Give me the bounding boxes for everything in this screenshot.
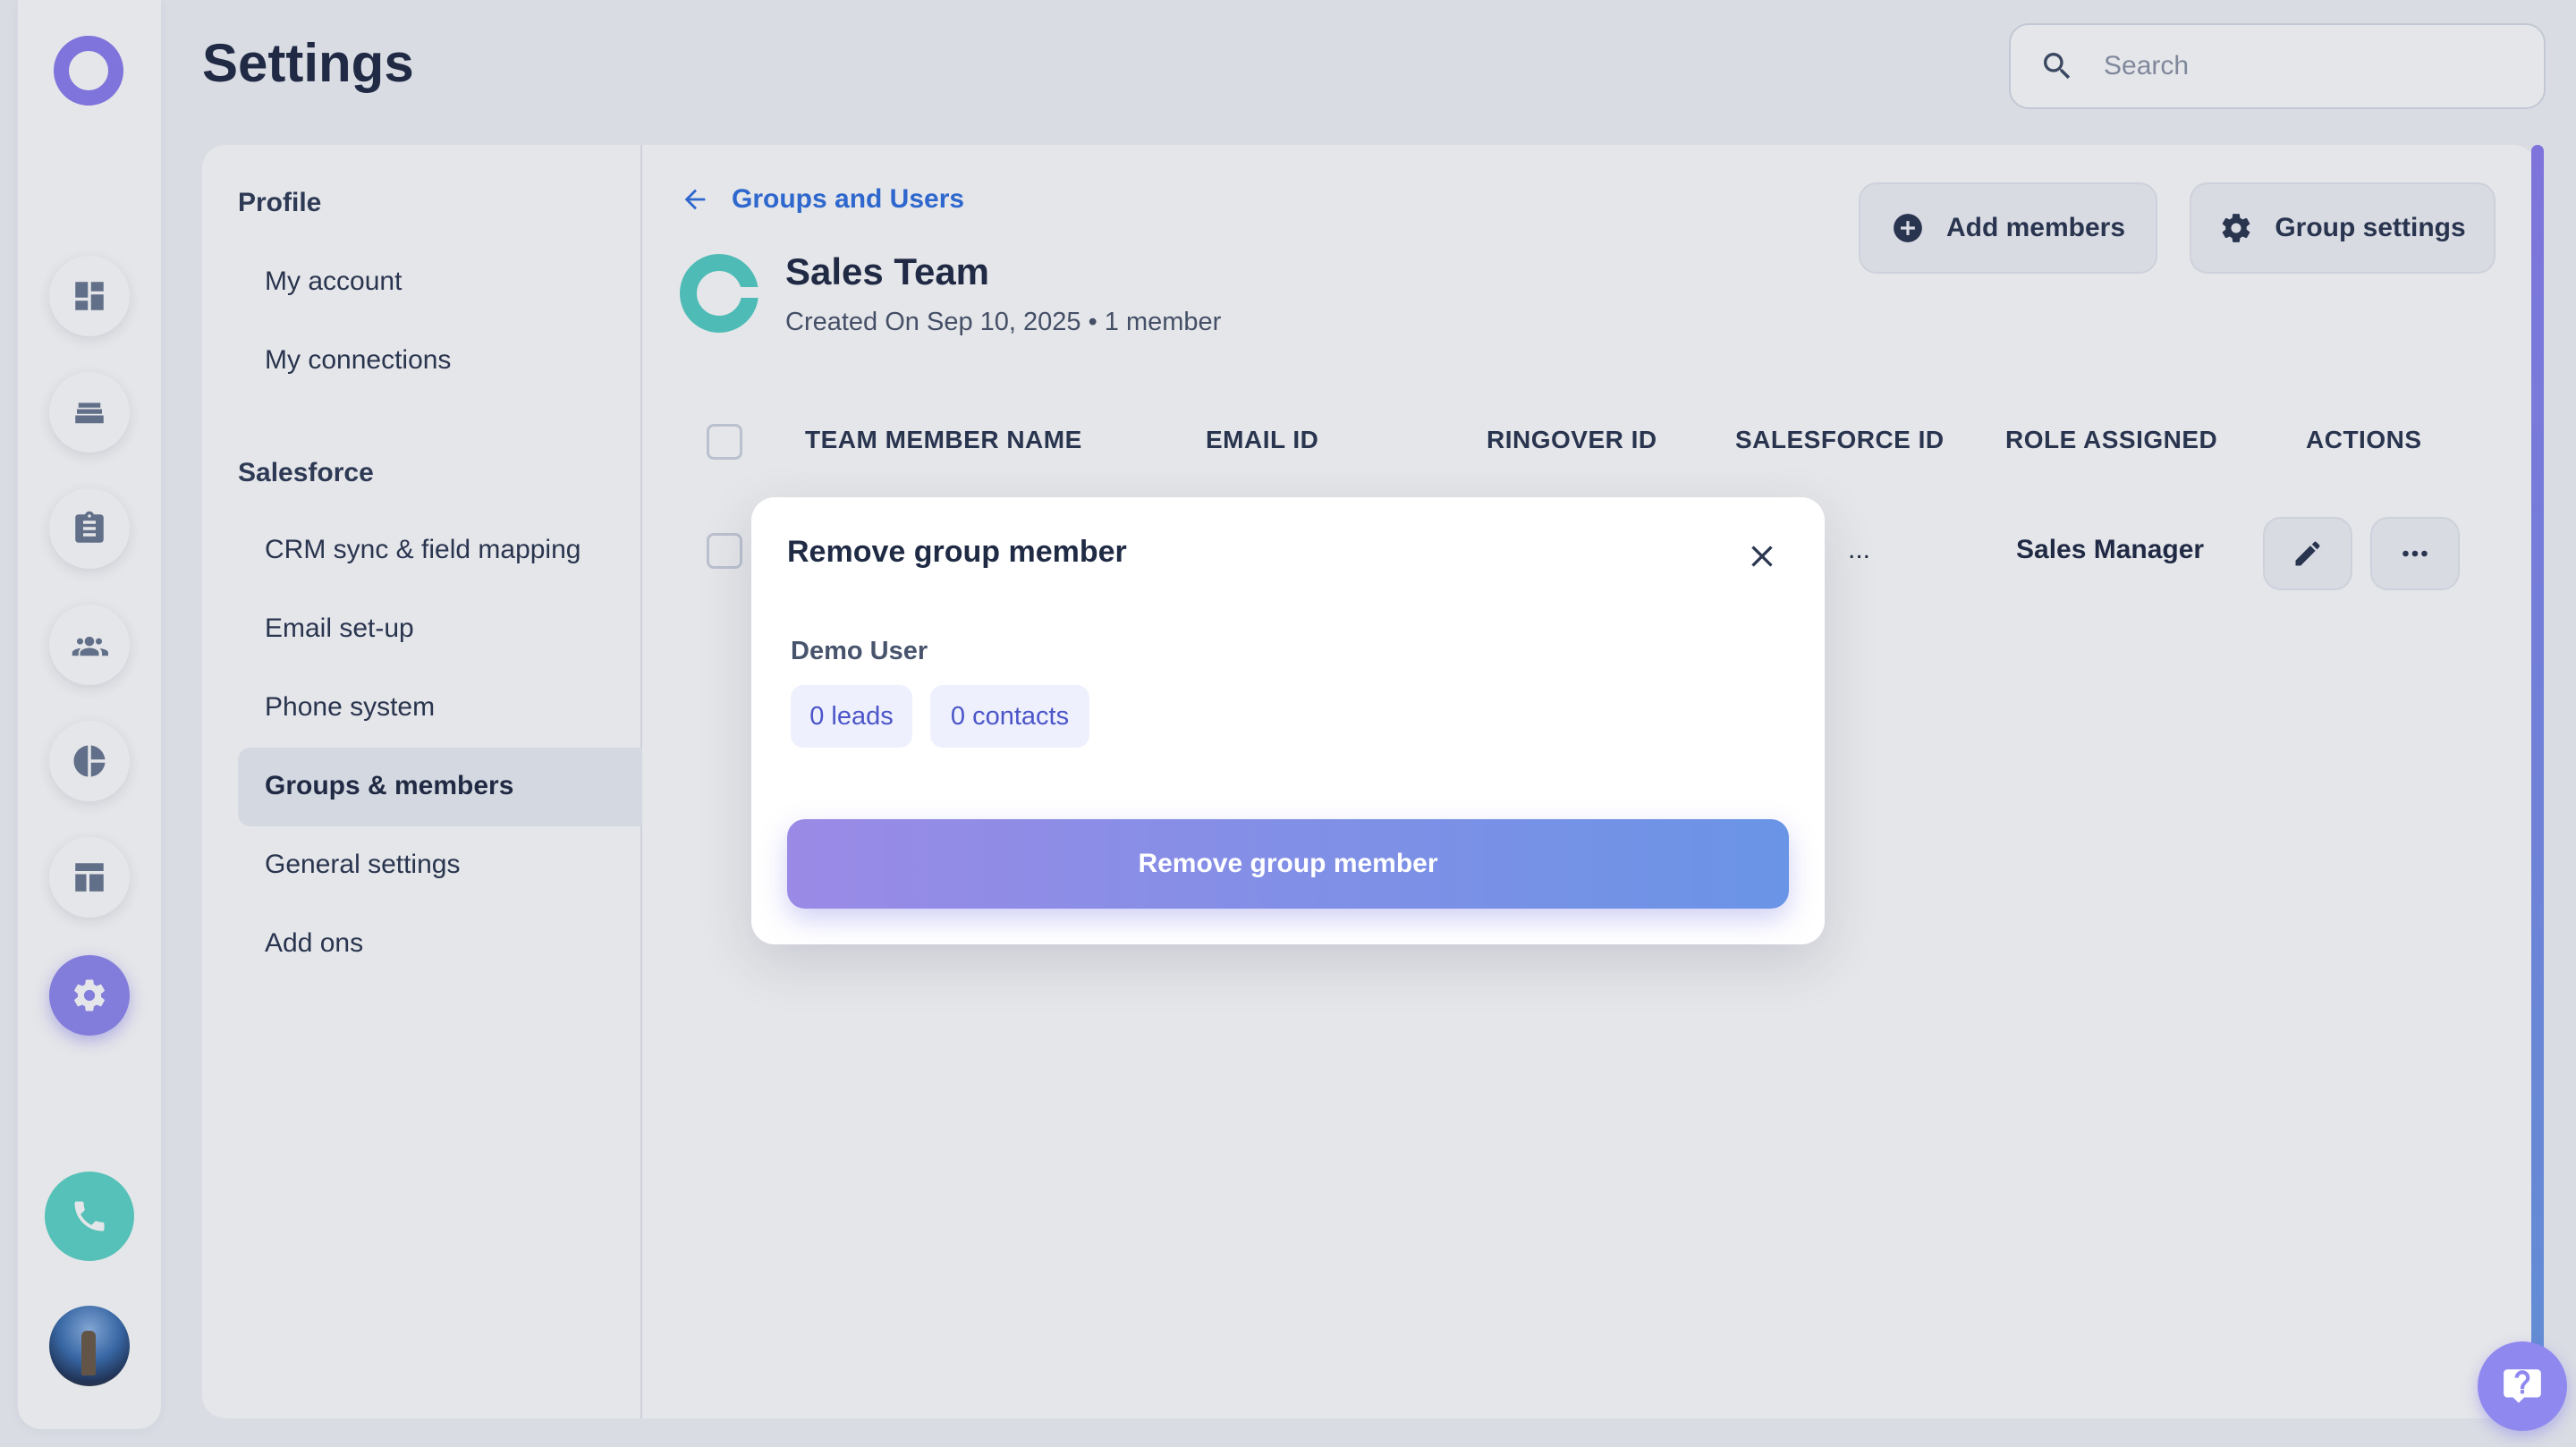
remove-group-member-button[interactable]: Remove group member: [787, 819, 1789, 909]
leads-chip: 0 leads: [791, 685, 912, 748]
help-chat-icon[interactable]: [2478, 1341, 2567, 1431]
remove-member-modal: Remove group member Demo User 0 leads 0 …: [751, 497, 1825, 944]
modal-user-name: Demo User: [791, 637, 928, 665]
modal-title: Remove group member: [787, 535, 1127, 569]
close-icon[interactable]: [1744, 538, 1780, 574]
contacts-chip: 0 contacts: [930, 685, 1089, 748]
